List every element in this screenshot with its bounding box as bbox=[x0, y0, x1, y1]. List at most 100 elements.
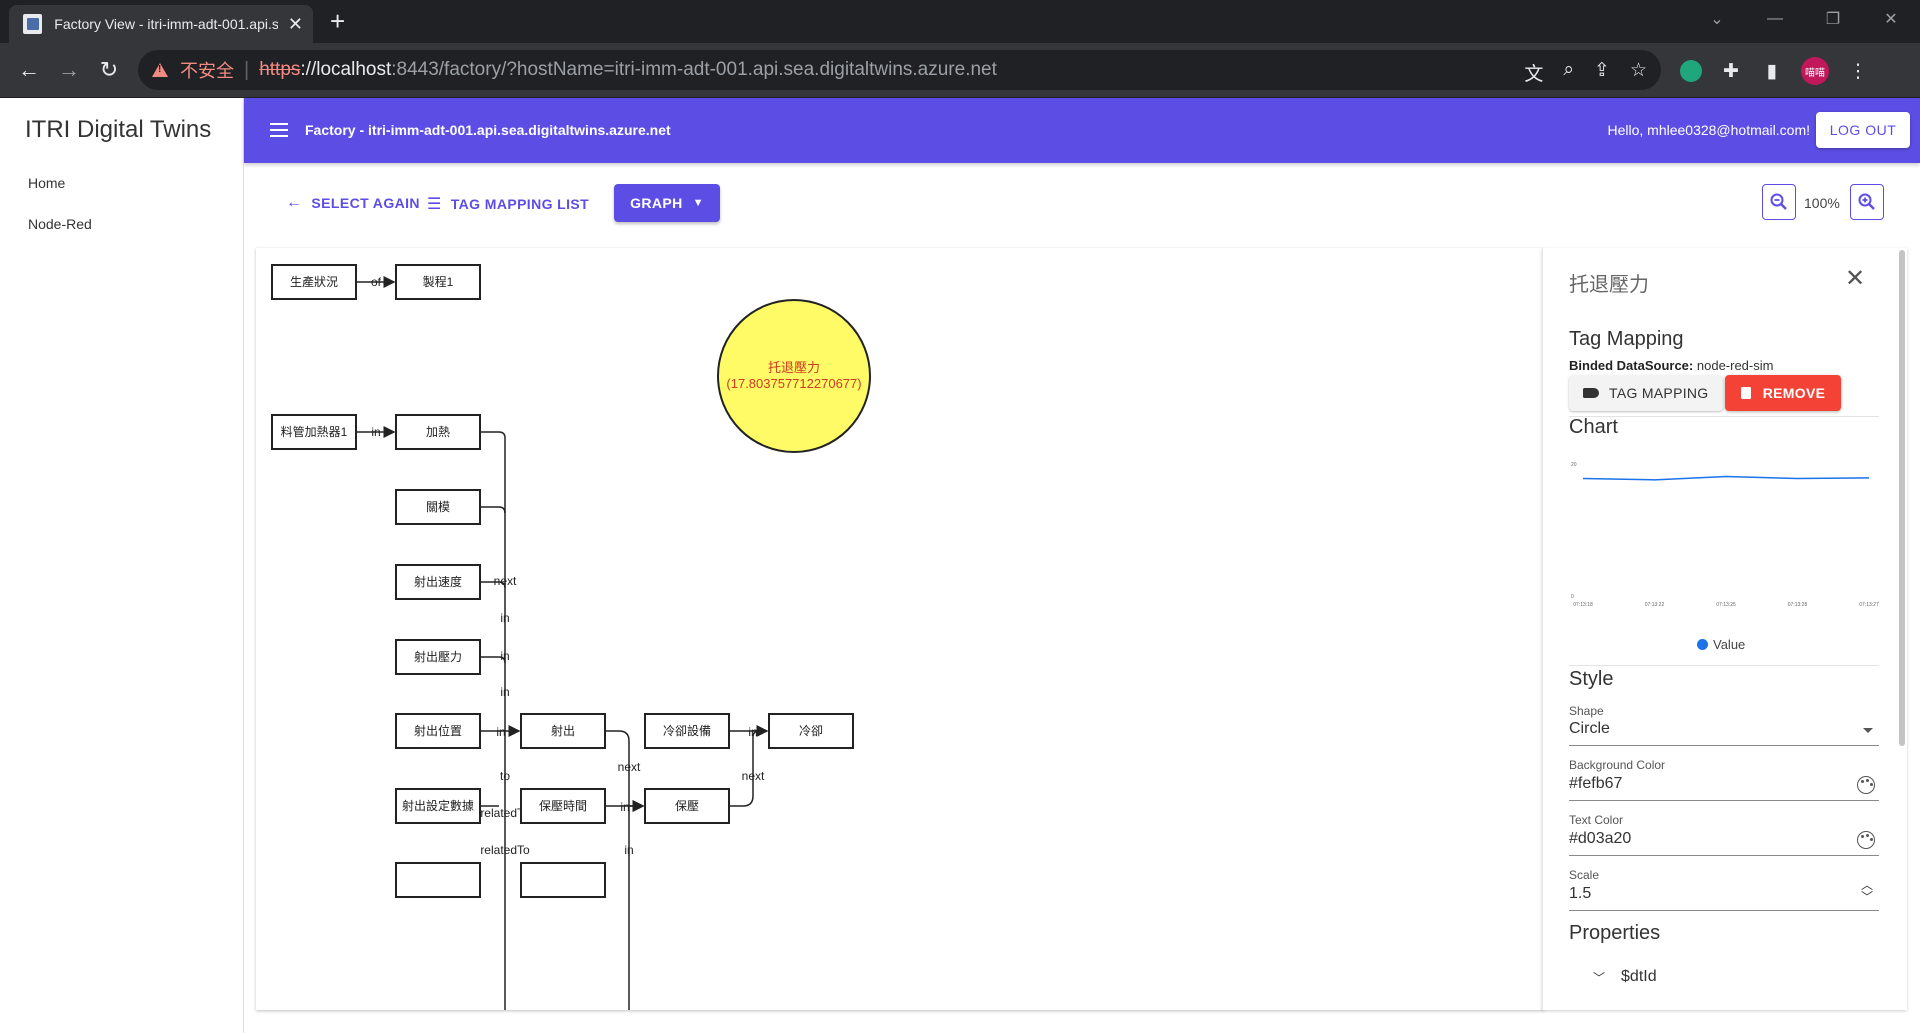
graph-label: GRAPH bbox=[630, 195, 683, 211]
extensions-area: ✚ ▮ 喵喵 ⋮ bbox=[1680, 57, 1870, 85]
restore-icon[interactable]: ❐ bbox=[1804, 0, 1862, 38]
chart-x-tick: 07:13:25 bbox=[1716, 602, 1736, 608]
graph-node[interactable]: 射出 bbox=[520, 713, 606, 749]
window-controls: ⌄ — ❐ ✕ bbox=[1688, 0, 1920, 38]
translate-icon[interactable]: ⽂ bbox=[1524, 59, 1543, 86]
dropdown-arrow-icon bbox=[1863, 728, 1873, 733]
edge-label: relatedTo bbox=[480, 843, 530, 857]
graph-node[interactable]: 冷卻 bbox=[768, 713, 854, 749]
graph-node[interactable]: 料管加熱器1 bbox=[271, 414, 357, 450]
new-tab-icon[interactable]: + bbox=[330, 8, 345, 34]
zoom-in-button[interactable] bbox=[1850, 184, 1884, 220]
graph-node[interactable]: 射出速度 bbox=[395, 564, 481, 600]
bg-color-value: #fefb67 bbox=[1569, 775, 1623, 792]
scale-input[interactable]: 1.5 ︿ ﹀ bbox=[1569, 879, 1879, 911]
edge-label: in bbox=[620, 800, 629, 814]
panel-scrollbar[interactable] bbox=[1899, 250, 1905, 746]
tab-search-icon[interactable]: ⌄ bbox=[1688, 0, 1746, 38]
browser-tab[interactable]: Factory View - itri-imm-adt-001.api.s ✕ bbox=[9, 5, 313, 43]
back-icon[interactable]: ← bbox=[14, 57, 44, 83]
chevron-down-icon: ﹀ bbox=[1593, 970, 1606, 985]
chart-y-tick: 0 bbox=[1571, 594, 1574, 600]
text-color-input[interactable]: #d03a20 bbox=[1569, 830, 1879, 856]
sidebar: ITRI Digital Twins Home Node-Red bbox=[0, 98, 244, 1033]
sidebar-item-home[interactable]: Home bbox=[28, 175, 65, 191]
select-again-button[interactable]: ← SELECT AGAIN bbox=[286, 194, 420, 212]
url-host: ://localhost bbox=[300, 59, 392, 80]
graph-node[interactable]: 射出設定數據 bbox=[395, 788, 481, 824]
forward-icon[interactable]: → bbox=[54, 57, 84, 83]
profile-avatar[interactable]: 喵喵 bbox=[1801, 57, 1829, 85]
graph-node-label: 射出位置 bbox=[414, 723, 462, 738]
extension-icon[interactable] bbox=[1680, 60, 1702, 82]
edge-label: to bbox=[500, 769, 510, 783]
close-window-icon[interactable]: ✕ bbox=[1862, 0, 1920, 38]
chart-series-line bbox=[1582, 475, 1870, 481]
close-icon[interactable]: ✕ bbox=[1845, 264, 1865, 293]
graph-node-label: 保壓時間 bbox=[539, 799, 587, 813]
warning-icon bbox=[152, 63, 168, 77]
graph-node[interactable]: 生產狀況 bbox=[271, 264, 357, 300]
zoom-out-button[interactable] bbox=[1762, 184, 1796, 220]
omnibox-actions: ⽂ ⌕ ⇪ ☆ bbox=[1524, 59, 1647, 86]
chart-x-tick: 07:13:28 bbox=[1788, 602, 1808, 608]
palette-icon[interactable] bbox=[1857, 831, 1875, 849]
graph-node-box[interactable] bbox=[395, 862, 481, 898]
browser-tab-strip: Factory View - itri-imm-adt-001.api.s ✕ … bbox=[0, 0, 1920, 43]
zoom-level: 100% bbox=[1804, 195, 1840, 211]
zoom-icon[interactable]: ⌕ bbox=[1563, 59, 1574, 86]
chart-legend[interactable]: Value bbox=[1697, 637, 1745, 652]
puzzle-extensions-icon[interactable]: ✚ bbox=[1719, 60, 1743, 83]
palette-icon[interactable] bbox=[1857, 776, 1875, 794]
reload-icon[interactable]: ↻ bbox=[94, 57, 124, 83]
close-tab-icon[interactable]: ✕ bbox=[288, 15, 303, 33]
sidebar-item-node-red[interactable]: Node-Red bbox=[28, 216, 92, 232]
tag-mapping-list-button[interactable]: ☰ TAG MAPPING LIST bbox=[427, 194, 589, 214]
remove-btn-label: REMOVE bbox=[1762, 385, 1826, 401]
graph-node[interactable]: 射出壓力 bbox=[395, 639, 481, 675]
graph-node-box[interactable] bbox=[520, 862, 606, 898]
minimize-icon[interactable]: — bbox=[1746, 0, 1804, 38]
graph-node[interactable]: 關模 bbox=[395, 489, 481, 525]
graph-node-label: 料管加熱器1 bbox=[281, 424, 348, 439]
graph-edge bbox=[480, 506, 506, 514]
address-bar[interactable]: 不安全 | https ://localhost :8443/factory/?… bbox=[138, 50, 1661, 90]
app-root: ITRI Digital Twins Home Node-Red Factory… bbox=[0, 98, 1920, 1033]
graph-node-label: 加熱 bbox=[426, 425, 450, 439]
zoom-out-icon bbox=[1770, 193, 1787, 210]
bg-color-input[interactable]: #fefb67 bbox=[1569, 775, 1879, 801]
logout-button[interactable]: LOG OUT bbox=[1816, 112, 1910, 148]
graph-node-label: 射出 bbox=[551, 723, 575, 738]
tag-icon bbox=[1583, 388, 1599, 398]
share-icon[interactable]: ⇪ bbox=[1594, 59, 1610, 86]
page-toolbar: ← SELECT AGAIN ☰ TAG MAPPING LIST GRAPH … bbox=[244, 163, 1920, 243]
list-icon: ☰ bbox=[427, 196, 442, 213]
edge-label: in bbox=[371, 425, 380, 439]
menu-icon[interactable] bbox=[270, 123, 288, 137]
property-dtid[interactable]: ﹀ $dtId bbox=[1593, 968, 1657, 986]
graph-dropdown-button[interactable]: GRAPH ▼ bbox=[614, 184, 720, 222]
side-panel-icon[interactable]: ▮ bbox=[1760, 60, 1784, 83]
graph-node[interactable]: 冷卻設備 bbox=[644, 713, 730, 749]
shape-select[interactable]: Circle bbox=[1569, 720, 1879, 746]
zoom-in-icon bbox=[1858, 193, 1875, 210]
insecure-label: 不安全 bbox=[180, 61, 234, 81]
graph-canvas[interactable]: of in next in in in in to next in next relatedTo rel… bbox=[256, 248, 1544, 1010]
remove-button[interactable]: REMOVE bbox=[1725, 375, 1841, 411]
binded-value: node-red-sim bbox=[1696, 358, 1774, 373]
selected-circle-node[interactable]: 托退壓力 (17.803757712270677) bbox=[717, 299, 871, 453]
bookmark-star-icon[interactable]: ☆ bbox=[1630, 59, 1647, 86]
graph-node-label: 製程1 bbox=[423, 274, 454, 289]
chart-x-tick: 07:13:27 bbox=[1859, 602, 1879, 608]
tag-mapping-button[interactable]: TAG MAPPING bbox=[1569, 375, 1723, 411]
graph-node[interactable]: 保壓 bbox=[644, 788, 730, 824]
graph-node[interactable]: 保壓時間 bbox=[520, 788, 606, 824]
graph-node[interactable]: 射出位置 bbox=[395, 713, 481, 749]
value-chart[interactable]: 0 20 07:13:18 07:13:22 07:13:25 07:13:28 07:13… bbox=[1569, 448, 1879, 628]
graph-node[interactable]: 製程1 bbox=[395, 264, 481, 300]
number-stepper-icon[interactable]: ︿ ﹀ bbox=[1861, 879, 1873, 903]
scale-value: 1.5 bbox=[1569, 885, 1592, 902]
chrome-menu-icon[interactable]: ⋮ bbox=[1846, 60, 1870, 83]
graph-node[interactable]: 加熱 bbox=[395, 414, 481, 450]
graph-svg[interactable]: ofinnextinininintonextinnextrelatedTorel… bbox=[256, 248, 1544, 1010]
